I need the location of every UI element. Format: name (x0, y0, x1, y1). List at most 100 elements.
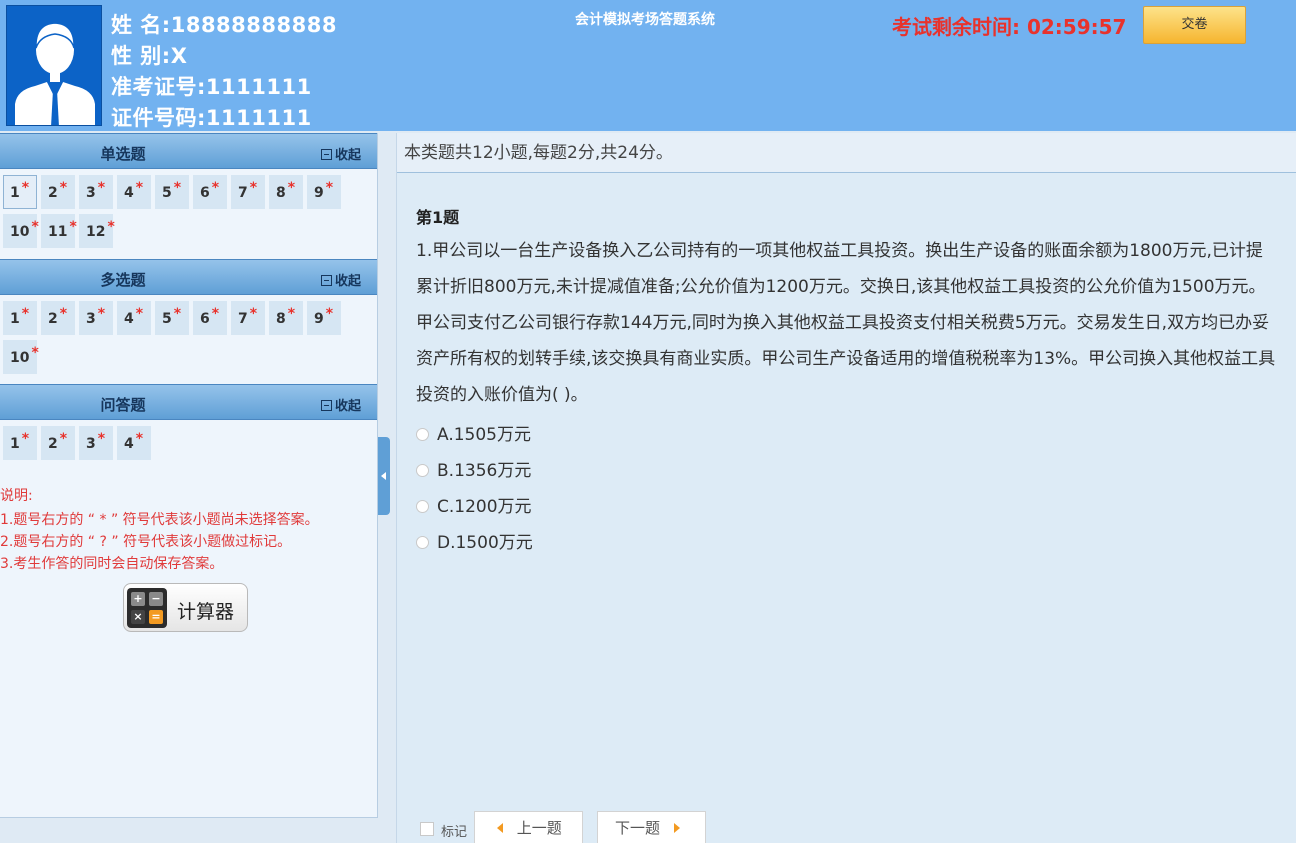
gender-label: 性 别: (111, 44, 171, 68)
question-number-button[interactable]: 5 * (155, 175, 189, 209)
option-b[interactable]: B.1356万元 (416, 456, 531, 481)
note-heading: 说明: (0, 488, 33, 504)
question-number-button[interactable]: 2 * (41, 426, 75, 460)
candidate-cert-id-row: 证件号码:1111111 (111, 102, 312, 132)
next-label: 下一题 (615, 819, 661, 837)
collapse-toggle[interactable]: 收起 (321, 270, 361, 289)
question-number: 8 (276, 311, 286, 327)
candidate-avatar (6, 5, 102, 126)
system-title: 会计模拟考场答题系统 (575, 12, 715, 28)
question-number: 1 (10, 436, 20, 452)
question-number: 12 (86, 224, 106, 240)
note-line: 2.题号右方的 “ ? ” 符号代表该小题做过标记。 (0, 534, 292, 550)
unanswered-star: * (97, 180, 106, 196)
radio-button[interactable] (416, 428, 429, 441)
question-number-button[interactable]: 1 * (3, 175, 37, 209)
name-value: 18888888888 (170, 13, 337, 37)
unanswered-star: * (97, 431, 106, 447)
exam-id-label: 准考证号: (111, 75, 206, 99)
calc-key: + (131, 592, 145, 606)
question-number-button[interactable]: 2 * (41, 175, 75, 209)
note-line: 3.考生作答的同时会自动保存答案。 (0, 556, 224, 572)
calc-key: − (149, 592, 163, 606)
question-number-button[interactable]: 7 * (231, 301, 265, 335)
sidebar-toggle-handle[interactable] (378, 437, 390, 515)
question-number-button[interactable]: 3 * (79, 175, 113, 209)
candidate-gender-row: 性 别:X (111, 40, 187, 70)
question-number-button[interactable]: 8 * (269, 175, 303, 209)
question-number: 10 (10, 350, 30, 366)
question-number-button[interactable]: 1 * (3, 301, 37, 335)
question-number-button[interactable]: 4 * (117, 426, 151, 460)
question-number: 10 (10, 224, 30, 240)
question-number: 1 (10, 311, 20, 327)
question-number: 3 (86, 436, 96, 452)
collapse-label: 收起 (335, 148, 362, 163)
collapse-icon (321, 400, 332, 411)
submit-exam-button[interactable]: 交卷 (1143, 6, 1246, 44)
question-title: 第1题 (416, 208, 460, 227)
collapse-toggle[interactable]: 收起 (321, 395, 361, 414)
question-number: 5 (162, 311, 172, 327)
question-number: 7 (238, 311, 248, 327)
next-question-button[interactable]: 下一题 (597, 811, 706, 843)
question-number-button[interactable]: 9 * (307, 301, 341, 335)
question-number-button[interactable]: 10 * (3, 340, 39, 374)
calc-key: × (131, 610, 145, 624)
question-number: 8 (276, 185, 286, 201)
question-number-button[interactable]: 3 * (79, 301, 113, 335)
question-number-button[interactable]: 2 * (41, 301, 75, 335)
section-header: 多选题 收起 (0, 259, 377, 295)
option-d[interactable]: D.1500万元 (416, 528, 533, 553)
question-number-button[interactable]: 4 * (117, 175, 151, 209)
radio-button[interactable] (416, 536, 429, 549)
unanswered-star: * (211, 180, 220, 196)
calculator-label: 计算器 (177, 601, 235, 623)
question-number-button[interactable]: 10 * (3, 214, 39, 248)
arrow-right-icon (673, 823, 680, 833)
mark-checkbox[interactable] (420, 822, 434, 836)
question-number: 4 (124, 436, 134, 452)
unanswered-star: * (287, 180, 296, 196)
option-a[interactable]: A.1505万元 (416, 420, 531, 445)
question-number-button[interactable]: 1 * (3, 426, 37, 460)
candidate-name-row: 姓 名:18888888888 (111, 9, 337, 39)
prev-question-button[interactable]: 上一题 (474, 811, 583, 843)
section-header: 单选题 收起 (0, 133, 377, 169)
question-number: 9 (314, 311, 324, 327)
cert-id-label: 证件号码: (111, 106, 206, 130)
radio-button[interactable] (416, 464, 429, 477)
collapse-label: 收起 (335, 399, 362, 414)
unanswered-star: * (211, 306, 220, 322)
question-number-button[interactable]: 9 * (307, 175, 341, 209)
question-number-button[interactable]: 12 * (79, 214, 115, 248)
radio-button[interactable] (416, 500, 429, 513)
question-number-button[interactable]: 5 * (155, 301, 189, 335)
unanswered-star: * (97, 306, 106, 322)
question-number: 2 (48, 436, 58, 452)
question-number-button[interactable]: 6 * (193, 301, 227, 335)
unanswered-star: * (31, 219, 39, 235)
unanswered-star: * (135, 306, 144, 322)
unanswered-star: * (59, 180, 68, 196)
unanswered-star: * (249, 180, 258, 196)
gender-value: X (170, 44, 188, 68)
prev-label: 上一题 (516, 819, 562, 837)
unanswered-star: * (21, 180, 30, 196)
question-number-button[interactable]: 6 * (193, 175, 227, 209)
unanswered-star: * (107, 219, 115, 235)
calculator-button[interactable]: + − × = 计算器 (123, 583, 248, 632)
question-number-button[interactable]: 3 * (79, 426, 113, 460)
question-number: 6 (200, 311, 210, 327)
question-number-button[interactable]: 8 * (269, 301, 303, 335)
question-number-button[interactable]: 7 * (231, 175, 265, 209)
question-navigator: 单选题 收起 1 * 2 * 3 * 4 * 5 * 6 * 7 * 8 * 9 * 10 * 11 * 12 * 多选题 收起 1 * 2… (0, 133, 378, 818)
question-number-button[interactable]: 4 * (117, 301, 151, 335)
exam-app: 姓 名:18888888888 性 别:X 准考证号:1111111 证件号码:… (0, 0, 1296, 843)
question-number-button[interactable]: 11 * (41, 214, 77, 248)
option-c[interactable]: C.1200万元 (416, 492, 532, 517)
section-title: 问答题 (100, 396, 146, 414)
unanswered-star: * (135, 180, 144, 196)
collapse-toggle[interactable]: 收起 (321, 144, 361, 163)
unanswered-star: * (135, 431, 144, 447)
